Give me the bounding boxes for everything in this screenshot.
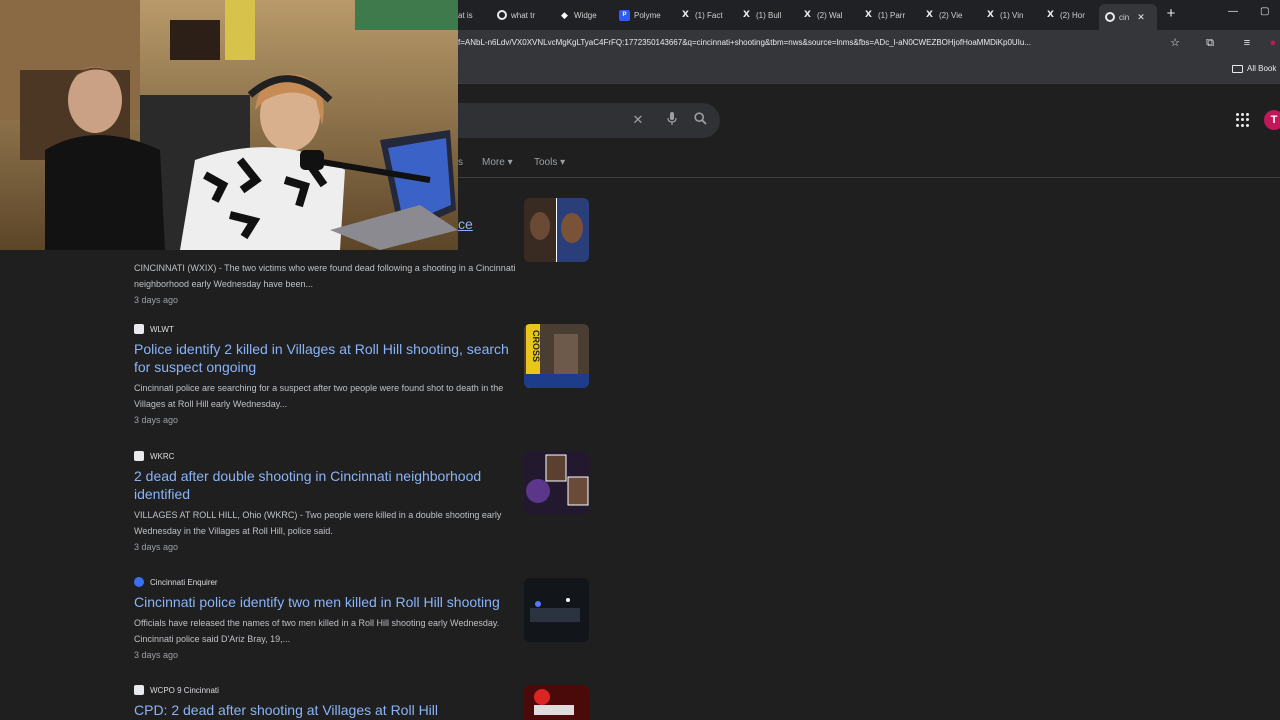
tab-label: Polyme [634, 10, 661, 20]
address-bar[interactable]: f=ANbL-n6Ldv/VX0XVNLvcMgKgLTyaC4FrFQ:177… [458, 38, 1163, 47]
result-title-fragment[interactable]: ce [458, 216, 473, 232]
mic-icon[interactable] [664, 112, 680, 128]
result-thumbnail[interactable] [524, 578, 589, 642]
extensions-icon[interactable]: ⧉ [1203, 36, 1217, 50]
source-favicon-icon [134, 324, 144, 334]
tab-label: cin [1119, 12, 1130, 22]
result-thumbnail[interactable] [524, 451, 589, 515]
source-name: WCPO 9 Cincinnati [150, 685, 219, 695]
result-age: 3 days ago [134, 295, 179, 305]
tab-label: Widge [574, 10, 597, 20]
x-icon: X [682, 10, 689, 20]
webcam-overlay [0, 0, 458, 250]
media-icon[interactable]: ≡ [1240, 36, 1254, 50]
chrome-icon [497, 10, 507, 20]
close-icon[interactable]: ✕ [630, 112, 646, 128]
tab-label: at is [458, 10, 473, 20]
source-name: Cincinnati Enquirer [150, 577, 218, 587]
x-icon: X [804, 10, 811, 20]
source-favicon-icon [134, 451, 144, 461]
tab-active[interactable]: cin ✕ [1099, 4, 1157, 30]
tab-3[interactable]: P Polyme [619, 6, 669, 24]
tab-7[interactable]: X (1) Parr [863, 6, 913, 24]
tab-label: (1) Vin [1000, 10, 1024, 20]
tab-label: (2) Hor [1060, 10, 1085, 20]
result-age: 3 days ago [134, 415, 179, 425]
result-title-link[interactable]: CPD: 2 dead after shooting at Villages a… [134, 701, 534, 719]
source-favicon-icon [134, 685, 144, 695]
tab-label: (1) Bull [756, 10, 782, 20]
tab-10[interactable]: X (2) Hor [1045, 6, 1095, 24]
all-bookmarks-button[interactable]: All Book [1232, 64, 1276, 73]
tab-4[interactable]: X (1) Fact [680, 6, 730, 24]
result-age: 3 days ago [134, 650, 179, 660]
tab-nav-fragment[interactable]: s [458, 157, 463, 168]
source-name: WLWT [150, 324, 174, 334]
tab-0[interactable]: at is [458, 6, 486, 24]
result-snippet: Officials have released the names of two… [134, 618, 500, 644]
tab-label: (2) Wal [817, 10, 843, 20]
tab-5[interactable]: X (1) Bull [741, 6, 791, 24]
tab-2[interactable]: ◆ Widge [559, 6, 607, 24]
x-icon: X [865, 10, 872, 20]
tab-label: (1) Parr [878, 10, 906, 20]
new-tab-button[interactable]: + [1163, 5, 1179, 23]
tab-8[interactable]: X (2) Vie [924, 6, 974, 24]
x-icon: X [743, 10, 750, 20]
result-thumbnail[interactable] [524, 198, 589, 262]
folder-icon [1232, 64, 1243, 73]
tools-label: Tools [534, 157, 558, 168]
apps-grid-icon[interactable] [1236, 113, 1250, 127]
avatar[interactable]: T [1264, 110, 1280, 130]
x-icon: X [1047, 10, 1054, 20]
result-title-link[interactable]: Police identify 2 killed in Villages at … [134, 340, 509, 376]
result-title-link[interactable]: Cincinnati police identify two men kille… [134, 593, 534, 611]
more-label: More [482, 157, 505, 168]
result-age: 3 days ago [134, 542, 179, 552]
profile-icon[interactable]: ● [1266, 36, 1280, 50]
tab-label: (1) Fact [695, 10, 723, 20]
tab-more[interactable]: More ▾ [482, 157, 513, 168]
widget-icon: ◆ [561, 9, 568, 20]
maximize-icon[interactable]: ▢ [1260, 6, 1269, 17]
result-snippet: VILLAGES AT ROLL HILL, Ohio (WKRC) - Two… [134, 510, 502, 536]
tab-tools[interactable]: Tools ▾ [534, 157, 565, 168]
x-icon: X [926, 10, 933, 20]
tab-label: what tr [511, 10, 536, 20]
result-thumbnail[interactable] [524, 685, 589, 720]
result-thumbnail[interactable]: CROSS [524, 324, 589, 388]
result-snippet: CINCINNATI (WXIX) - The two victims who … [134, 263, 516, 289]
tab-9[interactable]: X (1) Vin [985, 6, 1035, 24]
result-snippet: Cincinnati police are searching for a su… [134, 383, 504, 409]
x-icon: X [987, 10, 994, 20]
tab-1[interactable]: what tr [497, 6, 547, 24]
all-bookmarks-label: All Book [1247, 64, 1277, 73]
search-icon[interactable] [692, 112, 708, 128]
thumb-text: CROSS [531, 330, 541, 362]
bookmark-star-icon[interactable]: ☆ [1168, 36, 1182, 50]
source-name: WKRC [150, 451, 175, 461]
tab-label: (2) Vie [939, 10, 963, 20]
news-result-0: CINCINNATI (WXIX) - The two victims who … [134, 256, 594, 305]
result-title-link[interactable]: 2 dead after double shooting in Cincinna… [134, 467, 509, 503]
google-icon [1105, 12, 1115, 22]
polymarket-icon: P [619, 9, 630, 21]
minimize-icon[interactable]: — [1228, 6, 1238, 17]
tab-6[interactable]: X (2) Wal [802, 6, 852, 24]
source-favicon-icon [134, 577, 144, 587]
close-tab-icon[interactable]: ✕ [1137, 12, 1145, 23]
